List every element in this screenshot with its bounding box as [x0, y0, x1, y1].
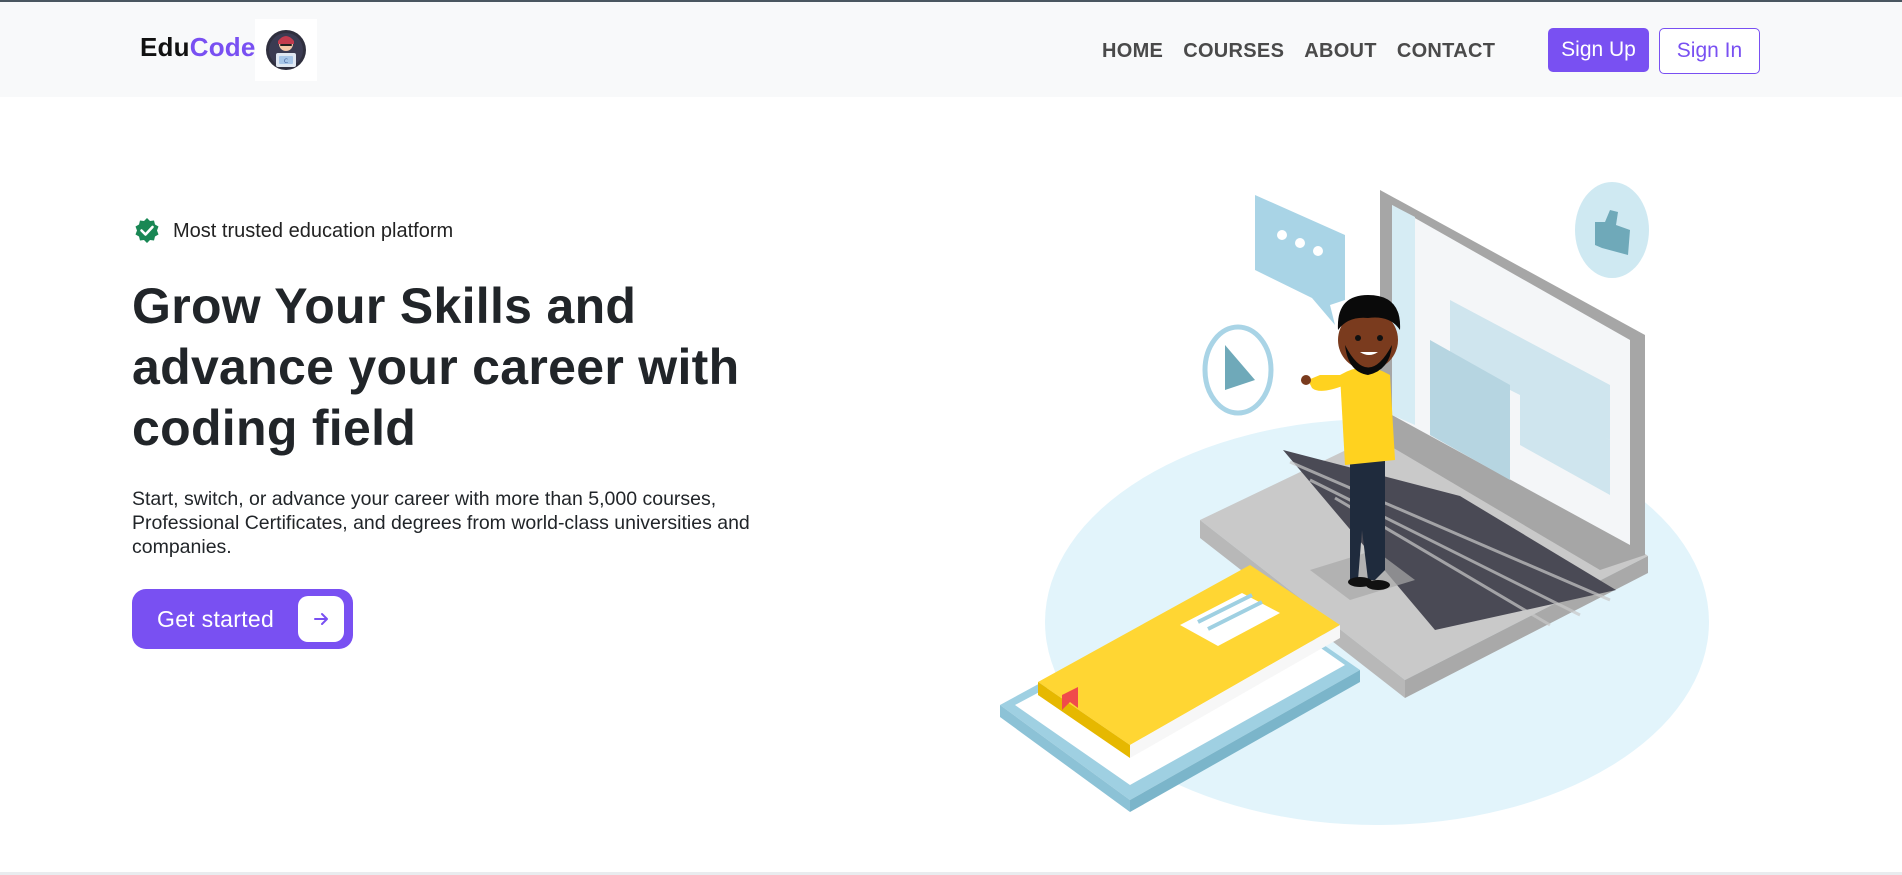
sign-up-button[interactable]: Sign Up — [1548, 28, 1649, 72]
trust-badge: Most trusted education platform — [133, 217, 453, 245]
hero-subtext: Start, switch, or advance your career wi… — [132, 488, 750, 558]
coder-avatar-icon: C — [266, 30, 306, 70]
get-started-button[interactable]: Get started — [132, 589, 353, 649]
brand-part-code: Code — [189, 32, 256, 62]
brand-avatar-logo[interactable]: C — [255, 19, 317, 81]
get-started-label: Get started — [157, 606, 275, 632]
sign-in-button[interactable]: Sign In — [1659, 28, 1760, 74]
navbar: EduCode C HOME COURSES ABOUT CONTACT Sig… — [0, 2, 1902, 97]
hero-headline: Grow Your Skills and advance your career… — [132, 278, 740, 456]
thumbs-up-icon — [1575, 182, 1649, 278]
nav-about[interactable]: ABOUT — [1304, 40, 1377, 63]
arrow-right-icon — [298, 596, 344, 642]
chat-bubble-icon — [1255, 195, 1345, 325]
svg-text:C: C — [284, 58, 288, 65]
brand-part-edu: Edu — [140, 32, 190, 62]
hero-illustration — [1000, 182, 1709, 825]
brand-logo-text[interactable]: EduCode — [140, 32, 256, 63]
nav-courses[interactable]: COURSES — [1183, 40, 1284, 63]
verified-check-icon — [135, 218, 159, 243]
nav-home[interactable]: HOME — [1102, 40, 1163, 63]
trust-badge-text: Most trusted education platform — [173, 219, 454, 242]
play-icon — [1202, 324, 1274, 416]
nav-contact[interactable]: CONTACT — [1397, 40, 1495, 63]
main-nav: HOME COURSES ABOUT CONTACT — [1102, 40, 1495, 63]
